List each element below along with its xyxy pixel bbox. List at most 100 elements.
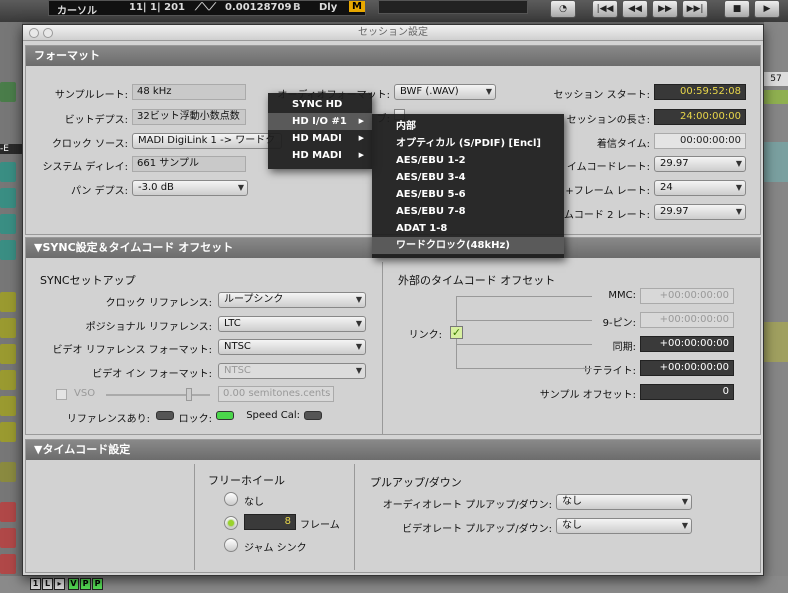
- submenu-item-aes-3-4[interactable]: AES/EBU 3-4: [372, 169, 564, 186]
- session-start-field[interactable]: 00:59:52:08: [654, 84, 746, 100]
- menu-item-hd-madi[interactable]: HD MADI ▶: [268, 130, 372, 147]
- chevron-down-icon: ▼: [237, 183, 244, 192]
- return-to-zero-button[interactable]: |◀◀: [592, 0, 618, 18]
- track-link-button[interactable]: L: [42, 578, 53, 590]
- close-button[interactable]: [29, 28, 39, 38]
- sync-panel: ▼ SYNC設定＆タイムコード オフセット SYNCセットアップ クロック リファ…: [25, 237, 761, 435]
- session-start-label: セッション スタート:: [553, 90, 650, 101]
- hd-io-submenu: 内部 オプティカル (S/PDIF) [Encl] AES/EBU 1-2 AE…: [372, 114, 564, 258]
- v-button[interactable]: V: [68, 578, 79, 590]
- p-button[interactable]: P: [80, 578, 91, 590]
- submenu-item-aes-1-2[interactable]: AES/EBU 1-2: [372, 152, 564, 169]
- audio-pullup-select[interactable]: なし ▼: [556, 494, 692, 510]
- clock-source-label: クロック ソース:: [51, 139, 128, 150]
- frame-rate-select[interactable]: 24 ▼: [654, 180, 746, 196]
- freewheel-frames-radio[interactable]: [224, 516, 238, 530]
- b-button[interactable]: B: [293, 2, 301, 13]
- track-strip-left: -E: [0, 22, 22, 593]
- cursor-display: カーソル 11| 1| 201 ⟋⟍⟋ 0.00128709 B Dly M: [48, 0, 366, 17]
- 9pin-offset-field: +00:00:00:00: [640, 312, 734, 328]
- submenu-item-word-clock[interactable]: ワードクロック(48kHz): [372, 237, 564, 254]
- app-toolbar: カーソル 11| 1| 201 ⟋⟍⟋ 0.00128709 B Dly M ◔…: [0, 0, 788, 22]
- 9pin-label: 9-ピン:: [602, 318, 636, 329]
- submenu-arrow-icon: ▶: [358, 151, 364, 159]
- fast-forward-button[interactable]: ▶▶: [652, 0, 678, 18]
- submenu-item-adat[interactable]: ADAT 1-8: [372, 220, 564, 237]
- audio-format-select[interactable]: BWF (.WAV) ▼: [394, 84, 496, 100]
- chevron-down-icon: ▼: [355, 319, 362, 328]
- clock-source-select[interactable]: MADI DigiLink 1 -> ワードク: [132, 133, 282, 149]
- sample-offset-field[interactable]: 0: [640, 384, 734, 400]
- sync-setup-title: SYNCセットアップ: [40, 274, 136, 287]
- go-to-end-button[interactable]: ▶▶|: [682, 0, 708, 18]
- video-ref-select[interactable]: NTSC ▼: [218, 339, 366, 355]
- m-button[interactable]: M: [349, 1, 365, 12]
- region-block: [764, 90, 788, 104]
- satellite-offset-field[interactable]: +00:00:00:00: [640, 360, 734, 376]
- play-button[interactable]: ▶: [754, 0, 780, 18]
- speed-cal-label: Speed Cal:: [246, 410, 300, 421]
- stop-button[interactable]: ■: [724, 0, 750, 18]
- track-color: [0, 214, 16, 234]
- sample-rate-field: 48 kHz: [132, 84, 246, 100]
- track-color: [0, 318, 16, 338]
- track-color: [0, 396, 16, 416]
- pan-depth-select[interactable]: -3.0 dB ▼: [132, 180, 248, 196]
- dialog-title-bar: セッション設定: [23, 25, 763, 41]
- system-delay-field: 661 サンプル: [132, 156, 246, 172]
- chevron-down-icon: ▼: [355, 295, 362, 304]
- menu-item-sync-hd[interactable]: SYNC HD: [268, 96, 372, 113]
- vso-value-field: 0.00 semitones.cents: [218, 386, 334, 402]
- cursor-position: 11| 1| 201: [129, 2, 186, 13]
- track-color: [0, 462, 16, 482]
- link-bracket-line: [456, 320, 592, 321]
- timecode-header-label: タイムコード設定: [42, 443, 131, 456]
- sample-offset-label: サンプル オフセット:: [539, 390, 636, 401]
- freewheel-title: フリーホイール: [208, 474, 285, 487]
- chevron-down-icon: ▼: [681, 497, 688, 506]
- freewheel-frames-field[interactable]: 8: [244, 514, 296, 530]
- incoming-time-field: 00:00:00:00: [654, 133, 746, 149]
- link-bracket-line: [456, 368, 592, 369]
- track-color: [0, 292, 16, 312]
- jam-sync-radio[interactable]: [224, 538, 238, 552]
- link-bracket-line: [456, 296, 592, 297]
- minimize-button[interactable]: [43, 28, 53, 38]
- link-checkbox[interactable]: ✓: [450, 326, 463, 339]
- timecode2-rate-select[interactable]: 29.97 ▼: [654, 204, 746, 220]
- submenu-item-aes-7-8[interactable]: AES/EBU 7-8: [372, 203, 564, 220]
- video-pullup-label: ビデオレート プルアップ/ダウン:: [402, 524, 552, 535]
- bit-depth-label: ビットデプス:: [64, 115, 128, 126]
- chevron-down-icon: ▼: [355, 342, 362, 351]
- session-length-field[interactable]: 24:00:00:00: [654, 109, 746, 125]
- menu-item-hd-io-1[interactable]: HD I/O #1 ▶: [268, 113, 372, 130]
- track-color: [0, 240, 16, 260]
- cursor-value: 0.00128709: [225, 2, 292, 13]
- submenu-item-aes-5-6[interactable]: AES/EBU 5-6: [372, 186, 564, 203]
- timecode-rate-select[interactable]: 29.97 ▼: [654, 156, 746, 172]
- sync-offset-field[interactable]: +00:00:00:00: [640, 336, 734, 352]
- track-number-button[interactable]: 1: [30, 578, 41, 590]
- track-menu-icon[interactable]: ▸: [54, 578, 65, 590]
- p-button[interactable]: P: [92, 578, 103, 590]
- rewind-button[interactable]: ◀◀: [622, 0, 648, 18]
- submenu-item-optical[interactable]: オプティカル (S/PDIF) [Encl]: [372, 135, 564, 152]
- offset-title: 外部のタイムコード オフセット: [398, 274, 556, 287]
- system-delay-label: システム ディレイ:: [42, 162, 128, 173]
- clock-icon[interactable]: ◔: [550, 0, 576, 18]
- video-in-label: ビデオ イン フォーマット:: [92, 369, 212, 380]
- dly-toggle[interactable]: Dly: [319, 2, 337, 13]
- timecode-header[interactable]: ▼タイムコード設定: [26, 440, 760, 460]
- menu-item-hd-madi[interactable]: HD MADI ▶: [268, 147, 372, 164]
- video-pullup-select[interactable]: なし ▼: [556, 518, 692, 534]
- freewheel-none-radio[interactable]: [224, 492, 238, 506]
- sync-header-label: SYNC設定＆タイムコード オフセット: [42, 241, 234, 254]
- track-color: [0, 82, 16, 102]
- pos-ref-select[interactable]: LTC ▼: [218, 316, 366, 332]
- format-header: フォーマット: [26, 46, 760, 66]
- divider: [194, 464, 195, 570]
- chevron-down-icon: ▼: [355, 366, 362, 375]
- track-color: [0, 422, 16, 442]
- submenu-item-internal[interactable]: 内部: [372, 118, 564, 135]
- clock-ref-select[interactable]: ループシンク ▼: [218, 292, 366, 308]
